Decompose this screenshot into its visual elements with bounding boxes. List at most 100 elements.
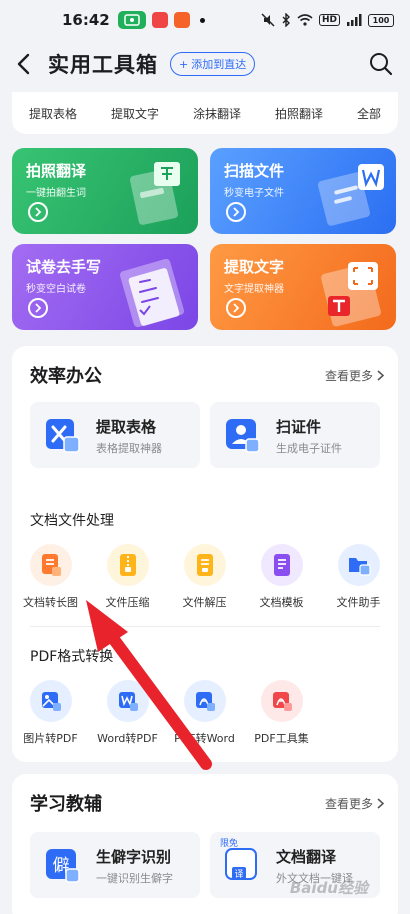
- tool-label: PDF工具集: [254, 732, 309, 745]
- notification-app-icon: [173, 12, 190, 28]
- chevron-right-icon: [377, 797, 384, 809]
- arrow-right-icon: [226, 298, 246, 318]
- svg-text:译: 译: [234, 869, 243, 880]
- tool-file-assistant[interactable]: 文件助手: [320, 544, 397, 610]
- photo-translate-illustration: [129, 162, 180, 225]
- app-header: 实用工具箱 + 添加到直达: [0, 42, 410, 86]
- zip-compress-icon: [106, 544, 149, 586]
- pdf-word-icon: [183, 680, 226, 722]
- tool-file-compress[interactable]: 文件压缩: [89, 544, 166, 610]
- back-button[interactable]: [16, 49, 38, 79]
- wifi-icon: [297, 14, 313, 26]
- tool-card-name: 生僻字识别: [96, 848, 172, 866]
- office-section-header: 效率办公 查看更多: [30, 362, 384, 388]
- tool-card-name: 扫证件: [276, 418, 322, 436]
- free-badge: 限免: [220, 839, 239, 849]
- tool-label: 文件助手: [336, 596, 381, 609]
- tool-card-rare-char[interactable]: 僻 生僻字识别 一键识别生僻字: [30, 832, 200, 898]
- folder-assistant-icon: [337, 544, 380, 586]
- rare-character-icon: 僻: [46, 849, 80, 883]
- section-title: 学习教辅: [30, 794, 102, 815]
- arrow-right-icon: [28, 298, 48, 318]
- status-icons: HD 100: [261, 13, 394, 27]
- zip-extract-icon: [183, 544, 226, 586]
- word-pdf-icon: [106, 680, 149, 722]
- tab-photo-translate[interactable]: 拍照翻译: [275, 105, 323, 122]
- tool-pdf-to-word[interactable]: PDF转Word: [166, 680, 243, 746]
- bluetooth-icon: [282, 13, 290, 27]
- tool-doc-to-long-image[interactable]: 文档转长图: [12, 544, 89, 610]
- tool-label: 文件压缩: [105, 596, 150, 609]
- plus-icon: +: [179, 57, 189, 71]
- doc-tools-row: 文档转长图 文件压缩 文件解压 文档模板 文件助手: [12, 544, 398, 610]
- tab-extract-text[interactable]: 提取文字: [111, 105, 159, 122]
- view-more-label: 查看更多: [324, 796, 373, 811]
- tool-label: 文档模板: [259, 596, 304, 609]
- tool-file-decompress[interactable]: 文件解压: [166, 544, 243, 610]
- arrow-right-icon: [226, 202, 246, 222]
- view-more-button[interactable]: 查看更多: [325, 367, 384, 384]
- tool-card-extract-table[interactable]: 提取表格 表格提取神器: [30, 402, 200, 468]
- tool-card-desc: 表格提取神器: [96, 442, 162, 455]
- tool-label: 文档转长图: [23, 596, 78, 609]
- tool-pdf-toolkit[interactable]: PDF工具集: [243, 680, 320, 746]
- tab-smear-translate[interactable]: 涂抹翻译: [193, 105, 241, 122]
- tool-label: 图片转PDF: [23, 732, 78, 745]
- tab-extract-table[interactable]: 提取表格: [29, 105, 77, 122]
- tool-label: 文件解压: [182, 596, 227, 609]
- pdf-toolkit-icon: [260, 680, 303, 722]
- tool-card-desc: 生成电子证件: [276, 442, 342, 455]
- id-card-icon: [226, 419, 260, 453]
- extract-text-illustration: [321, 262, 381, 327]
- add-to-direct-label: 添加到直达: [191, 58, 247, 71]
- feature-scan-file[interactable]: 扫描文件 秒变电子文件: [210, 148, 396, 234]
- tool-image-to-pdf[interactable]: 图片转PDF: [12, 680, 89, 746]
- chevron-right-icon: [377, 369, 384, 381]
- tool-label: Word转PDF: [97, 732, 158, 745]
- tool-doc-template[interactable]: 文档模板: [243, 544, 320, 610]
- image-pdf-icon: [29, 680, 72, 722]
- doc-translate-icon: 译: [225, 848, 257, 880]
- search-button[interactable]: [368, 51, 394, 77]
- feature-remove-handwriting[interactable]: 试卷去手写 秒变空白试卷: [12, 244, 198, 330]
- feature-photo-translate[interactable]: 拍照翻译 一键拍翻生词: [12, 148, 198, 234]
- quick-tabs: 提取表格 提取文字 涂抹翻译 拍照翻译 全部: [12, 92, 398, 134]
- feature-extract-text[interactable]: 提取文字 文字提取神器: [210, 244, 396, 330]
- arrow-right-icon: [28, 202, 48, 222]
- office-section: 效率办公 查看更多 提取表格 表格提取神器 扫证件 生成电子证件 文档文件处理: [12, 346, 398, 762]
- hd-badge: HD: [318, 14, 340, 26]
- tool-card-scan-id[interactable]: 扫证件 生成电子证件: [210, 402, 380, 468]
- add-to-direct-button[interactable]: + 添加到直达: [170, 52, 256, 76]
- pdf-conversion-title: PDF格式转换: [30, 649, 114, 665]
- page-title: 实用工具箱: [48, 53, 158, 77]
- tool-card-name: 文档翻译: [276, 848, 337, 866]
- signal-icon: [347, 14, 362, 26]
- study-section-header: 学习教辅 查看更多: [30, 790, 384, 816]
- doc-processing-title: 文档文件处理: [30, 513, 114, 529]
- mute-icon: [261, 13, 275, 27]
- divider: [30, 626, 380, 627]
- wechat-icon: [117, 11, 146, 29]
- status-time: 16:42: [62, 11, 110, 29]
- search-icon: [370, 53, 393, 76]
- exam-paper-illustration: [119, 258, 185, 328]
- tool-label: PDF转Word: [174, 732, 235, 745]
- scan-file-illustration: [317, 164, 384, 226]
- chevron-left-icon: [17, 53, 30, 75]
- view-more-button[interactable]: 查看更多: [325, 795, 384, 812]
- tool-card-name: 提取表格: [96, 418, 157, 436]
- study-section: 学习教辅 查看更多 僻 生僻字识别 一键识别生僻字 译 限免 文档翻译 外文文档…: [12, 774, 398, 914]
- pdf-tools-row: 图片转PDF Word转PDF PDF转Word PDF工具集: [12, 680, 398, 746]
- tool-card-desc: 一键识别生僻字: [96, 872, 173, 885]
- status-bar: 16:42 HD 100: [0, 0, 410, 40]
- watermark: Baidu经验: [289, 879, 368, 897]
- battery-level: 100: [372, 15, 390, 25]
- tool-word-to-pdf[interactable]: Word转PDF: [89, 680, 166, 746]
- doc-long-image-icon: [29, 544, 72, 586]
- battery-icon: 100: [368, 13, 394, 27]
- view-more-label: 查看更多: [324, 368, 373, 383]
- section-title: 效率办公: [30, 366, 102, 387]
- excel-table-icon: [46, 419, 80, 453]
- status-dot: [199, 17, 205, 23]
- tab-all[interactable]: 全部: [357, 105, 381, 122]
